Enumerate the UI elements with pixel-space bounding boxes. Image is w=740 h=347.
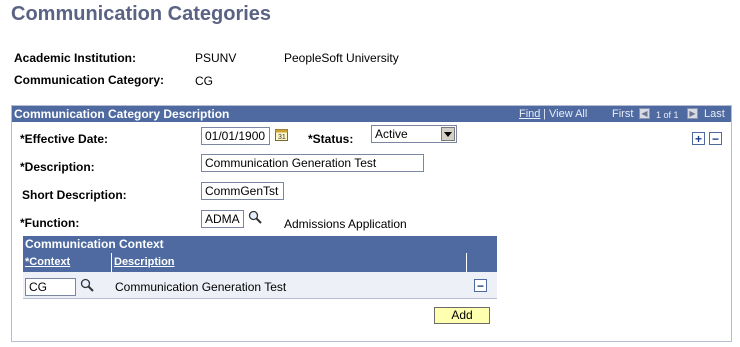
page-title: Communication Categories xyxy=(11,3,272,25)
description-field[interactable]: Communication Generation Test xyxy=(201,154,424,172)
category-description-panel: Communication Category Description Find … xyxy=(11,105,732,342)
next-arrow-icon[interactable]: ▶ xyxy=(687,108,698,119)
grid-header: Communication Context xyxy=(23,236,497,253)
add-button[interactable]: Add xyxy=(434,307,490,324)
grid-title: Communication Context xyxy=(25,237,164,251)
category-code: CG xyxy=(195,74,213,88)
status-value: Active xyxy=(375,127,408,141)
find-link[interactable]: Find xyxy=(519,108,540,120)
panel-header: Communication Category Description Find … xyxy=(12,106,731,122)
dropdown-arrow-icon[interactable] xyxy=(441,127,455,141)
add-row-icon[interactable]: + xyxy=(692,132,705,145)
short-description-label: Short Description: xyxy=(22,188,127,202)
last-link[interactable]: Last xyxy=(704,108,725,120)
nav-separator: | xyxy=(543,108,546,120)
column-header-description-label[interactable]: Description xyxy=(114,256,175,268)
record-count: 1 of 1 xyxy=(656,110,679,120)
effective-date-field[interactable]: 01/01/1900 xyxy=(201,127,270,145)
category-label: Communication Category: xyxy=(14,73,165,87)
calendar-icon[interactable]: 31 xyxy=(275,128,288,141)
short-description-field[interactable]: CommGenTst xyxy=(201,182,284,200)
context-lookup-icon[interactable] xyxy=(80,278,94,292)
panel-title: Communication Category Description xyxy=(14,107,230,121)
function-label: *Function: xyxy=(20,216,80,230)
function-field[interactable]: ADMA xyxy=(201,210,244,228)
view-all-link[interactable]: View All xyxy=(549,108,587,120)
column-header-context[interactable]: *Context xyxy=(23,253,111,272)
table-row: CG Communication Generation Test − xyxy=(23,272,497,299)
status-label: *Status: xyxy=(308,132,354,146)
function-lookup-icon[interactable] xyxy=(248,210,262,224)
function-description: Admissions Application xyxy=(284,217,407,231)
status-select[interactable]: Active xyxy=(371,125,457,143)
previous-arrow-icon[interactable]: ◀ xyxy=(639,108,650,119)
column-header-context-label[interactable]: *Context xyxy=(25,256,70,268)
delete-context-row-icon[interactable]: − xyxy=(474,279,487,292)
institution-label: Academic Institution: xyxy=(14,51,137,65)
context-description: Communication Generation Test xyxy=(115,280,287,294)
column-header-actions xyxy=(467,253,497,272)
institution-name: PeopleSoft University xyxy=(284,51,399,65)
delete-row-icon[interactable]: − xyxy=(709,132,722,145)
context-field[interactable]: CG xyxy=(25,278,76,296)
institution-code: PSUNV xyxy=(195,51,237,65)
first-link[interactable]: First xyxy=(612,108,633,120)
description-label: *Description: xyxy=(20,160,95,174)
svg-text:31: 31 xyxy=(278,134,286,141)
communication-context-grid: Communication Context *Context Descripti… xyxy=(23,236,497,300)
effective-date-label: *Effective Date: xyxy=(20,132,109,146)
column-header-description[interactable]: Description xyxy=(112,253,466,272)
